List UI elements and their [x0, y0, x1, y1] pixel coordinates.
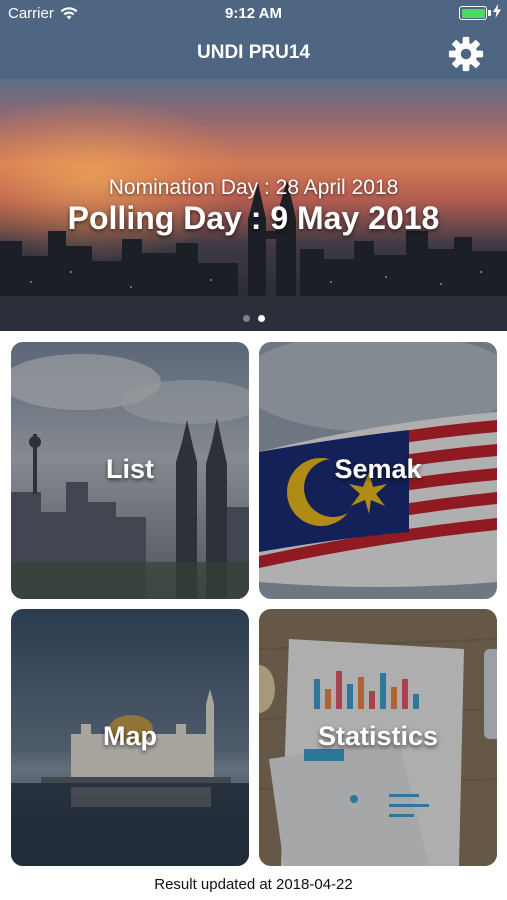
status-bar: Carrier 9:12 AM — [0, 0, 507, 27]
polling-day-text: Polling Day : 9 May 2018 — [67, 200, 440, 236]
status-time: 9:12 AM — [225, 5, 282, 22]
bolt-icon — [493, 4, 501, 18]
page-dot-active[interactable] — [257, 315, 265, 322]
semak-label: Semak — [334, 454, 422, 484]
navigation-bar: UNDI PRU14 — [0, 27, 507, 79]
nomination-day-text: Nomination Day : 28 April 2018 — [108, 176, 399, 199]
statistics-tile[interactable]: Statistics — [259, 609, 497, 866]
gear-icon[interactable] — [447, 35, 485, 73]
banner-carousel[interactable]: Nomination Day : 28 April 2018 Polling D… — [0, 79, 507, 331]
map-label: Map — [103, 721, 157, 751]
page-title: UNDI PRU14 — [197, 42, 310, 63]
semak-tile[interactable]: Semak — [259, 342, 497, 599]
battery-icon — [459, 6, 491, 20]
list-label: List — [105, 454, 154, 484]
map-tile[interactable]: Map — [11, 609, 249, 866]
battery-tip — [488, 10, 491, 16]
list-tile[interactable]: List — [11, 342, 249, 599]
page-dot[interactable] — [242, 315, 250, 322]
page-indicator[interactable] — [0, 315, 507, 322]
battery-level — [461, 8, 485, 18]
statistics-label: Statistics — [317, 721, 439, 751]
result-updated-text: Result updated at 2018-04-22 — [154, 876, 353, 893]
